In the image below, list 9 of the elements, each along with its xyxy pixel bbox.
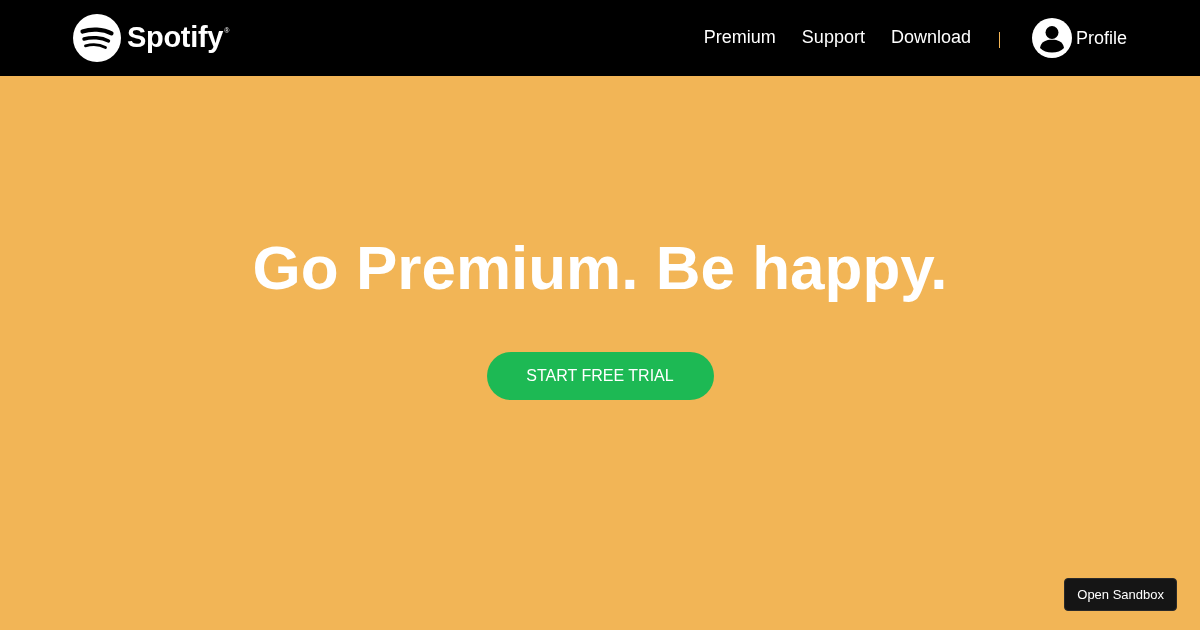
open-sandbox-button[interactable]: Open Sandbox: [1064, 578, 1177, 611]
user-avatar-icon: [1031, 18, 1072, 58]
hero-headline: Go Premium. Be happy.: [252, 232, 948, 304]
nav-link[interactable]: Support: [801, 27, 865, 49]
nav-link[interactable]: Download: [890, 27, 971, 49]
profile-link[interactable]: Profile: [1031, 18, 1127, 58]
nav-link[interactable]: Premium: [703, 27, 776, 49]
logo-icon: [73, 14, 121, 62]
logo-link[interactable]: Spotify$^{®}$: [73, 14, 230, 62]
